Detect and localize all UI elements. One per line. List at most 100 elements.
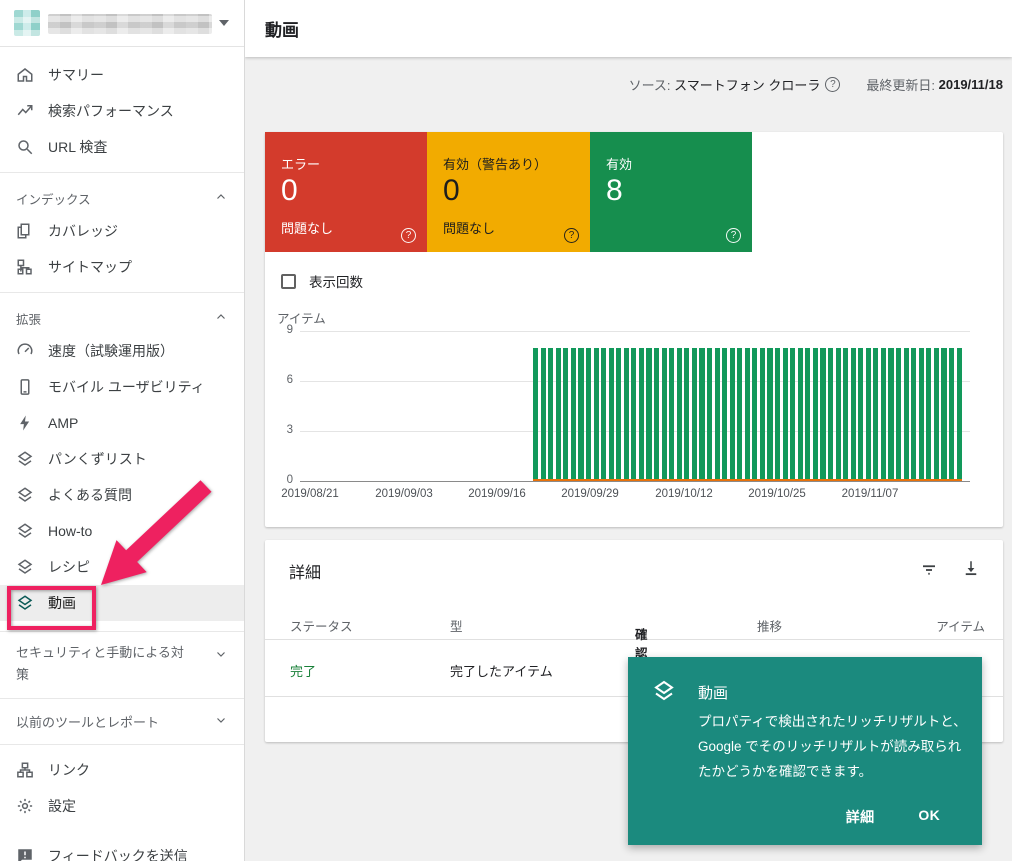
bar	[911, 348, 916, 481]
section-header-security-manual-actions[interactable]: セキュリティと手動による対策	[0, 632, 244, 698]
sidebar-item-links[interactable]: リンク	[0, 752, 244, 788]
sidebar-item-url-inspection[interactable]: URL 検査	[0, 129, 244, 165]
sidebar-item-label: 速度（試験運用版）	[48, 341, 174, 361]
bar	[616, 348, 621, 481]
bar	[654, 348, 659, 481]
sidebar-item-breadcrumbs[interactable]: パンくずリスト	[0, 441, 244, 477]
sidebar-item-coverage[interactable]: カバレッジ	[0, 213, 244, 249]
sidebar-item-videos[interactable]: 動画	[0, 585, 244, 621]
rich-result-layers-icon	[16, 450, 34, 468]
x-tick: 2019/11/07	[842, 488, 899, 500]
help-icon[interactable]: ?	[825, 77, 840, 92]
help-icon[interactable]: ?	[726, 228, 741, 243]
sidebar-item-howto[interactable]: How-to	[0, 513, 244, 549]
download-icon[interactable]	[962, 559, 980, 582]
divider	[0, 292, 244, 293]
bar	[904, 348, 909, 481]
valid-status-tile[interactable]: 有効 8 ?	[590, 132, 752, 252]
table-header-row: ステータス 型 確認↓ 推移 アイテム	[265, 608, 1003, 640]
bar	[926, 348, 931, 481]
bar	[775, 348, 780, 481]
bar	[798, 348, 803, 481]
column-header-status[interactable]: ステータス	[290, 616, 353, 635]
bar	[578, 348, 583, 481]
bar	[624, 348, 629, 481]
status-chart-card: エラー 0 問題なし ? 有効（警告あり） 0 問題なし ? 有効 8 ? 表示…	[265, 132, 1003, 527]
bar	[563, 348, 568, 481]
sidebar-item-label: How-to	[48, 523, 92, 539]
ok-button[interactable]: OK	[918, 807, 940, 827]
filter-icon[interactable]	[920, 561, 938, 584]
property-selector[interactable]	[0, 0, 244, 47]
sidebar-item-label: フィードバックを送信	[48, 846, 188, 861]
bar	[957, 348, 962, 481]
x-axis-line	[300, 481, 970, 482]
column-header-trend[interactable]: 推移	[757, 616, 782, 635]
sidebar-item-faq[interactable]: よくある質問	[0, 477, 244, 513]
bar	[639, 348, 644, 481]
warning-status-tile[interactable]: 有効（警告あり） 0 問題なし ?	[427, 132, 590, 252]
last-updated-value: 2019/11/18	[939, 77, 1003, 92]
spacer	[0, 47, 244, 57]
lightning-bolt-icon	[16, 414, 34, 432]
bar	[533, 348, 538, 481]
last-updated-label: 最終更新日:	[866, 75, 935, 94]
sidebar-item-summary[interactable]: サマリー	[0, 57, 244, 93]
section-header-legacy-tools[interactable]: 以前のツールとレポート	[0, 699, 244, 744]
bar	[631, 348, 636, 481]
sidebar-item-label: 設定	[48, 796, 76, 816]
section-header-enhancements[interactable]: 拡張	[0, 303, 244, 333]
column-header-items[interactable]: アイテム	[936, 616, 985, 635]
tile-value: 0	[281, 174, 298, 208]
bar	[684, 348, 689, 481]
bar	[873, 348, 878, 481]
spacer	[0, 285, 244, 292]
bar	[715, 348, 720, 481]
tile-subtext: 問題なし	[281, 218, 333, 237]
bar	[699, 348, 704, 481]
bar	[934, 348, 939, 481]
bar	[805, 348, 810, 481]
sidebar-item-sitemaps[interactable]: サイトマップ	[0, 249, 244, 285]
sidebar-item-recipes[interactable]: レシピ	[0, 549, 244, 585]
section-header-index[interactable]: インデックス	[0, 183, 244, 213]
divider	[0, 172, 244, 173]
bar	[722, 348, 727, 481]
impressions-toggle[interactable]: 表示回数	[281, 263, 363, 299]
sidebar-item-send-feedback[interactable]: フィードバックを送信	[0, 838, 244, 861]
y-tick: 6	[265, 374, 293, 386]
chevron-up-icon	[215, 311, 227, 326]
sidebar-item-amp[interactable]: AMP	[0, 405, 244, 441]
tile-value: 8	[606, 174, 623, 208]
error-status-tile[interactable]: エラー 0 問題なし ?	[265, 132, 427, 252]
tile-label: 有効（警告あり）	[443, 154, 547, 173]
bar	[594, 348, 599, 481]
valid-items-bar-series	[533, 348, 962, 481]
bar	[836, 348, 841, 481]
help-icon[interactable]: ?	[401, 228, 416, 243]
sidebar-item-search-performance[interactable]: 検索パフォーマンス	[0, 93, 244, 129]
details-title: 詳細	[289, 559, 321, 583]
checkbox-unchecked[interactable]	[281, 274, 296, 289]
page-title: 動画	[265, 16, 299, 41]
speedometer-icon	[16, 342, 34, 360]
sidebar-item-mobile-usability[interactable]: モバイル ユーザビリティ	[0, 369, 244, 405]
rich-result-layers-icon	[16, 558, 34, 576]
detail-button[interactable]: 詳細	[846, 807, 875, 827]
help-icon[interactable]: ?	[564, 228, 579, 243]
bar	[813, 348, 818, 481]
bar	[601, 348, 606, 481]
column-header-type[interactable]: 型	[450, 616, 463, 635]
sidebar-item-speed[interactable]: 速度（試験運用版）	[0, 333, 244, 369]
chevron-down-icon	[219, 20, 229, 26]
bar	[949, 348, 954, 481]
gear-icon	[16, 797, 34, 815]
bar	[851, 348, 856, 481]
spacer	[0, 745, 244, 752]
trending-chart-icon	[16, 102, 34, 120]
sidebar-item-settings[interactable]: 設定	[0, 788, 244, 824]
bar	[692, 348, 697, 481]
source-value: スマートフォン クローラ	[674, 75, 820, 94]
source-label: ソース:	[629, 75, 671, 94]
section-title: 拡張	[16, 309, 41, 328]
